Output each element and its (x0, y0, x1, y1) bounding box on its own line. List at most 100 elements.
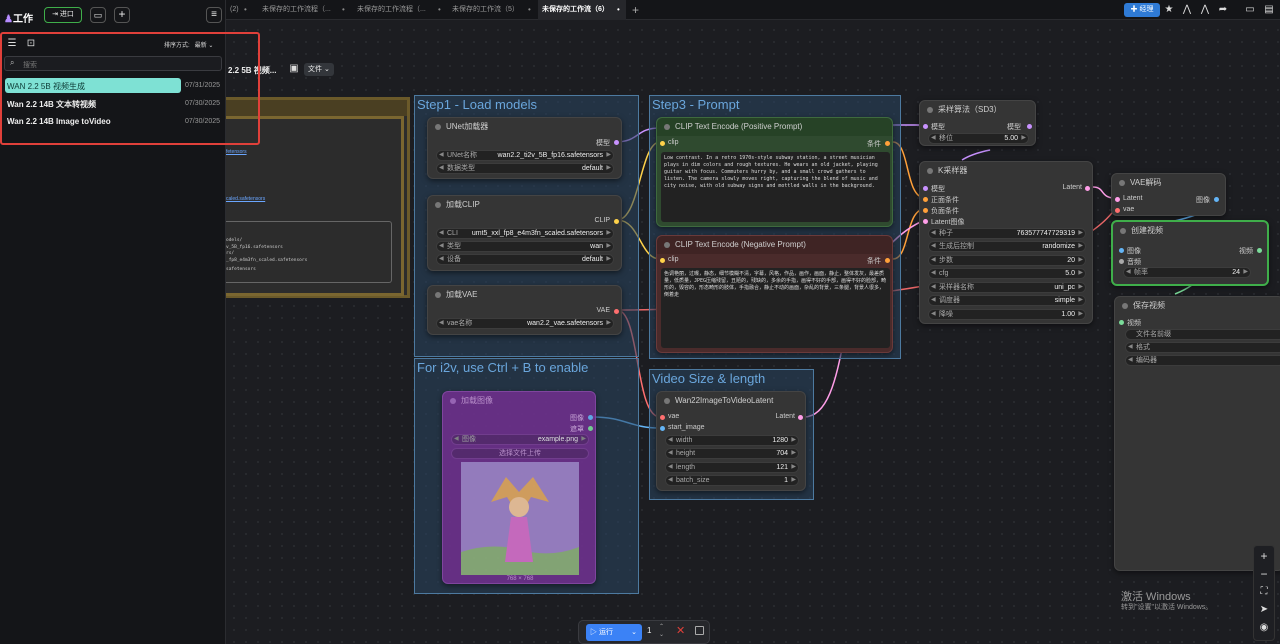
output-port[interactable] (614, 219, 619, 224)
folder-button[interactable]: ▭ (90, 7, 106, 23)
input-port[interactable] (923, 208, 928, 213)
widget-steps[interactable]: ◀ 步数 20 ▶ (928, 255, 1086, 266)
hidden-link[interactable]: caled.safetensors (226, 196, 265, 202)
zoom-in-icon[interactable]: + (1257, 549, 1271, 563)
import-button[interactable]: ⇥ 进口 (44, 7, 82, 23)
widget-unet-name[interactable]: ◀ UNet名称 wan2.2_ti2v_5B_fp16.safetensors ▶ (436, 150, 614, 161)
node-clip-loader[interactable]: 加载CLIP CLIP ◀ CLI umt5_xxl_fp8_e4m3fn_scal… (427, 195, 622, 271)
input-port[interactable] (1119, 259, 1124, 264)
widget-image-file[interactable]: ◀ 图像 example.png ▶ (451, 434, 589, 445)
input-port[interactable] (660, 258, 665, 263)
close-icon[interactable]: • (617, 0, 620, 20)
widget-control-after-generate[interactable]: ◀ 生成后控制 randomize ▶ (928, 241, 1086, 252)
close-icon[interactable]: • (528, 0, 531, 20)
cancel-icon[interactable]: ✕ (676, 624, 685, 637)
stepper-icon[interactable]: ⌃ ⌄ (659, 623, 664, 639)
workflow-tab-active[interactable]: 未保存的工作流（6） (538, 0, 626, 20)
workflow-tab[interactable]: 未保存的工作流程（... (353, 0, 430, 20)
widget-clip-name[interactable]: ◀ CLI umt5_xxl_fp8_e4m3fn_scaled.safetenso… (436, 228, 614, 239)
output-port[interactable] (798, 415, 803, 420)
widget-seed[interactable]: ◀ 种子 763577747729319 ▶ (928, 228, 1086, 239)
output-port[interactable] (1085, 186, 1090, 191)
file-menu-button[interactable]: 文件 ⌄ (304, 63, 334, 76)
input-port[interactable] (923, 186, 928, 191)
node-model-sampling-sd3[interactable]: 采样算法（SD3） 模型 模型 ◀ 移位 5.00 ▶ (919, 100, 1036, 146)
widget-clip-type[interactable]: ◀ 类型 wan ▶ (436, 241, 614, 252)
folder-add-icon[interactable]: ⊡ (24, 37, 38, 51)
run-button[interactable]: ▷ 运行 ⌄ (586, 624, 642, 641)
input-port[interactable] (923, 124, 928, 129)
widget-device[interactable]: ◀ 设备 default ▶ (436, 254, 614, 265)
search-input[interactable]: ⌕ 搜索 (4, 56, 222, 71)
output-port[interactable] (614, 309, 619, 314)
input-port[interactable] (1119, 320, 1124, 325)
zoom-out-icon[interactable]: − (1257, 567, 1271, 581)
input-port[interactable] (660, 141, 665, 146)
input-port[interactable] (1119, 248, 1124, 253)
node-create-video[interactable]: 创建视频 图像 音频 视频 ◀ 帧率 24 ▶ (1111, 220, 1269, 286)
widget-fps[interactable]: ◀ 帧率 24 ▶ (1123, 267, 1251, 278)
widget-cfg[interactable]: ◀ cfg 5.0 ▶ (928, 268, 1086, 279)
output-port[interactable] (1214, 197, 1219, 202)
node-unet-loader[interactable]: UNet加载器 模型 ◀ UNet名称 wan2.2_ti2v_5B_fp16.sa… (427, 117, 622, 179)
node-vae-loader[interactable]: 加载VAE VAE ◀ vae名称 wan2.2_vae.safetensors ▶ (427, 285, 622, 335)
upload-button[interactable]: 选择文件上传 (451, 448, 589, 459)
fit-view-icon[interactable]: ⛶ (1257, 585, 1271, 599)
list-icon[interactable]: ☰ (5, 37, 19, 51)
widget-format[interactable]: ◀ 格式 (1125, 342, 1280, 353)
new-workflow-button[interactable]: + (114, 7, 130, 23)
node-positive-prompt[interactable]: CLIP Text Encode (Positive Prompt) clip … (656, 117, 893, 227)
sort-control[interactable]: 排序方式: 最新 ⌄ (164, 40, 213, 49)
new-tab-icon[interactable]: + (632, 0, 639, 20)
close-icon[interactable]: • (438, 0, 441, 20)
input-port[interactable] (660, 415, 665, 420)
widget-codec[interactable]: ◀ 编码器 (1125, 355, 1280, 366)
widget-sampler-name[interactable]: ◀ 采样器名称 uni_pc ▶ (928, 282, 1086, 293)
node-negative-prompt[interactable]: CLIP Text Encode (Negative Prompt) clip … (656, 235, 893, 353)
layout-icon[interactable]: ▤ (1262, 3, 1276, 17)
output-port[interactable] (1257, 248, 1262, 253)
batch-count-input[interactable]: 1 (647, 626, 651, 635)
widget-batch-size[interactable]: ◀ batch_size 1 ▶ (665, 475, 799, 486)
hidden-node[interactable]: fetensors caled.safetensors odels/ v_5B_… (226, 97, 410, 298)
node-vae-decode[interactable]: VAE解码 Latent vae 图像 (1111, 173, 1226, 216)
widget-height[interactable]: ◀ height 704 ▶ (665, 448, 799, 459)
input-port[interactable] (1115, 197, 1120, 202)
workflow-item-name[interactable]: WAN 2.2 5B 视频生成 (7, 81, 85, 92)
prompt-textarea[interactable]: 色调艳丽，过曝，静态，细节模糊不清，字幕，风格，作品，画作，画面，静止，整体发灰… (661, 268, 890, 348)
workflow-item-name[interactable]: Wan 2.2 14B Image toVideo (7, 117, 111, 126)
menu-button[interactable]: ≡ (206, 7, 222, 23)
output-port[interactable] (614, 140, 619, 145)
widget-shift[interactable]: ◀ 移位 5.00 ▶ (928, 133, 1029, 144)
input-port[interactable] (923, 197, 928, 202)
hidden-link[interactable]: fetensors (226, 149, 247, 155)
eye-icon[interactable]: ◉ (1257, 621, 1271, 635)
widget-filename-prefix[interactable]: 文件名前缀 (1125, 329, 1280, 340)
input-port[interactable] (1115, 208, 1120, 213)
close-icon[interactable]: • (244, 0, 247, 20)
widget-vae-name[interactable]: ◀ vae名称 wan2.2_vae.safetensors ▶ (436, 318, 614, 329)
close-icon[interactable]: • (342, 0, 345, 20)
stop-icon[interactable] (695, 626, 704, 635)
share-icon[interactable]: ➦ (1216, 3, 1230, 17)
image-icon[interactable]: ▣ (287, 62, 301, 76)
pointer-icon[interactable]: ➤ (1257, 603, 1271, 617)
star-icon[interactable]: ★ (1162, 3, 1176, 17)
output-port[interactable] (885, 141, 890, 146)
ascent-icon[interactable]: ⋀ (1180, 3, 1194, 17)
output-port[interactable] (1027, 124, 1032, 129)
node-load-image[interactable]: 加载图像 图像 遮罩 ◀ 图像 example.png ▶ 选择文件上传 768 × … (442, 391, 596, 584)
widget-width[interactable]: ◀ width 1280 ▶ (665, 435, 799, 446)
workflow-tab[interactable]: (2) (226, 0, 243, 20)
widget-denoise[interactable]: ◀ 降噪 1.00 ▶ (928, 309, 1086, 320)
workflow-item-name[interactable]: Wan 2.2 14B 文本转视频 (7, 99, 96, 110)
widget-scheduler[interactable]: ◀ 调度器 simple ▶ (928, 295, 1086, 306)
input-port[interactable] (923, 219, 928, 224)
output-port[interactable] (588, 415, 593, 420)
output-port[interactable] (885, 258, 890, 263)
node-wan22-latent[interactable]: Wan22ImageToVideoLatent vae start_image … (656, 391, 806, 491)
widget-dtype[interactable]: ◀ 数据类型 default ▶ (436, 163, 614, 174)
input-port[interactable] (660, 426, 665, 431)
workflow-tab[interactable]: 未保存的工作流程（... (258, 0, 335, 20)
manager-button[interactable]: ✚ 经理 (1124, 3, 1160, 17)
